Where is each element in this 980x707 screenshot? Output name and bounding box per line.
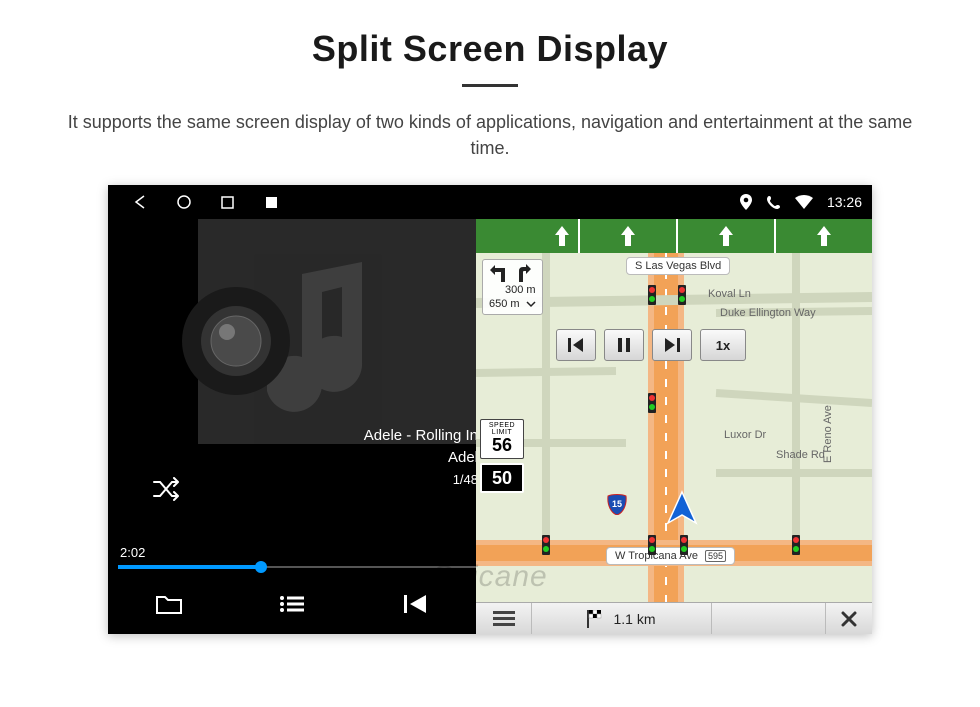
turn1-distance: 300 m [505,284,536,296]
track-title: Adele - Rolling In [364,425,478,447]
playlist-button[interactable] [231,574,354,634]
wifi-icon [795,195,813,209]
home-icon[interactable] [176,194,192,210]
traffic-light-icon [678,285,686,305]
device-frame: 13:26 [108,185,872,634]
street-koval: Koval Ln [708,288,751,300]
lane-arrow-1 [476,219,580,253]
street-label-bottom: W Tropicana Ave 595 [606,547,735,565]
chevron-down-icon [526,299,536,309]
app-tile-icon[interactable] [265,196,278,209]
traffic-light-icon [792,535,800,555]
progress-bar[interactable] [118,566,476,568]
sim-prev-button[interactable] [556,329,596,361]
distance-to-destination: 1.1 km [532,603,712,634]
vehicle-position-icon [662,489,702,534]
recent-apps-icon[interactable] [220,195,235,210]
current-speed: 50 [480,463,524,493]
lane-arrow-2 [580,219,678,253]
speed-limit-sign: SPEED LIMIT 56 [480,419,524,459]
back-icon[interactable] [132,194,148,210]
map-canvas[interactable]: 15 S Las Vegas Blvd W Tropicana Ave 595 … [476,253,872,602]
phone-icon [766,195,781,210]
previous-track-button[interactable] [353,574,476,634]
svg-text:15: 15 [612,499,622,509]
speed-limit-value: 56 [481,436,523,456]
status-bar: 13:26 [108,185,872,219]
street-reno: E Reno Ave [822,405,834,463]
speed-limit-label: SPEED LIMIT [481,422,523,436]
map-footer: 1.1 km [476,602,872,634]
sim-pause-button[interactable] [604,329,644,361]
traffic-light-icon [542,535,550,555]
track-artist: Adel [364,447,478,469]
street-label-top: S Las Vegas Blvd [626,257,730,275]
map-close-button[interactable] [826,603,872,634]
distance-value: 1.1 km [613,611,655,627]
turn-right-small-icon [515,264,531,282]
route-badge: 595 [705,550,726,562]
turn-left-icon [489,264,509,282]
interstate-shield-icon: 15 [606,493,628,515]
turn2-distance: 650 m [489,298,520,310]
music-player-pane: Adele - Rolling In Adel 1/48 2:02 [108,219,476,634]
lane-arrow-4 [776,219,872,253]
shuffle-button[interactable] [152,477,182,506]
elapsed-time: 2:02 [118,545,476,560]
page-subtitle: It supports the same screen display of t… [50,109,930,161]
sim-speed-button[interactable]: 1x [700,329,746,361]
traffic-light-icon [680,535,688,555]
lane-guidance-bar [476,219,872,253]
location-pin-icon [740,194,752,210]
traffic-light-icon [648,393,656,413]
traffic-light-icon [648,535,656,555]
navigation-pane: 15 S Las Vegas Blvd W Tropicana Ave 595 … [476,219,872,634]
player-bottom-bar [108,574,476,634]
track-number: 1/48 [364,471,478,490]
title-underline [462,84,518,87]
street-duke: Duke Ellington Way [720,307,816,319]
traffic-light-icon [648,285,656,305]
lane-arrow-3 [678,219,776,253]
progress-area: 2:02 [118,545,476,568]
page-title: Split Screen Display [0,0,980,70]
clock-text: 13:26 [827,194,862,210]
sim-next-button[interactable] [652,329,692,361]
joystick-control[interactable] [180,285,292,402]
turn-instruction-box: 300 m 650 m [482,259,543,315]
footer-spacer [712,603,826,634]
folder-button[interactable] [108,574,231,634]
street-luxor: Luxor Dr [724,429,766,441]
track-info: Adele - Rolling In Adel 1/48 [364,425,478,489]
checkered-flag-icon [587,610,605,628]
sim-playback-controls: 1x [556,329,746,361]
street-shade: Shade Rd [776,449,825,461]
map-menu-button[interactable] [476,603,532,634]
